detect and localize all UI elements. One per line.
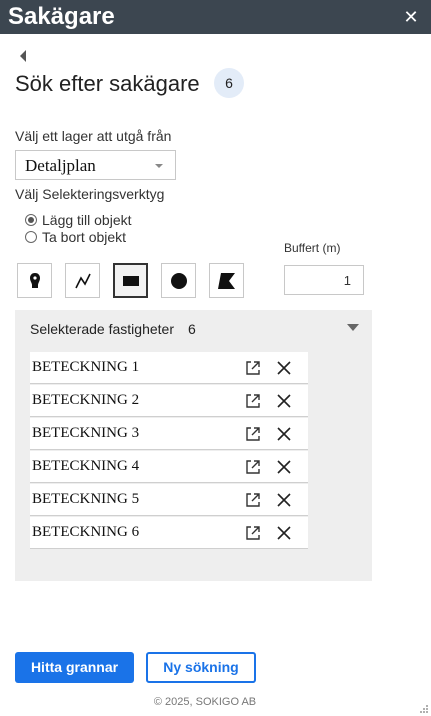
close-icon[interactable] <box>277 394 291 408</box>
panel-count: 6 <box>188 321 196 337</box>
close-icon[interactable] <box>277 427 291 441</box>
tool-polygon-button[interactable] <box>209 263 244 298</box>
property-name: BETECKNING 4 <box>32 458 140 474</box>
list-item: BETECKNING 3 <box>30 418 308 450</box>
collapse-caret-icon[interactable] <box>347 324 359 331</box>
layer-select[interactable]: Detaljplan <box>15 150 176 180</box>
resize-grip-icon[interactable] <box>419 704 429 714</box>
point-marker-icon <box>29 272 40 288</box>
panel-title: Selekterade fastigheter <box>30 321 174 337</box>
external-link-icon[interactable] <box>245 525 261 541</box>
property-name: BETECKNING 1 <box>32 359 140 375</box>
footer-copyright: © 2025, SOKIGO AB <box>153 696 257 708</box>
external-link-icon[interactable] <box>245 393 261 409</box>
external-link-icon[interactable] <box>245 360 261 376</box>
close-icon[interactable]: ✕ <box>401 7 421 27</box>
title-bar: Sakägare ✕ <box>0 0 431 34</box>
page-title: Sök efter sakägare <box>15 71 200 96</box>
layer-label: Välj ett lager att utgå från <box>15 128 172 144</box>
app-title: Sakägare <box>8 3 115 30</box>
close-icon[interactable] <box>277 526 291 540</box>
circle-icon <box>170 272 187 289</box>
find-neighbors-button[interactable]: Hitta grannar <box>15 652 134 683</box>
close-icon[interactable] <box>277 493 291 507</box>
radio-button-unchecked[interactable] <box>25 231 37 243</box>
property-name: BETECKNING 2 <box>32 392 140 408</box>
tool-polyline-button[interactable] <box>65 263 100 298</box>
list-item: BETECKNING 6 <box>30 517 308 549</box>
radio-button-checked[interactable] <box>25 214 37 226</box>
property-name: BETECKNING 5 <box>32 491 140 507</box>
polyline-icon <box>74 273 91 288</box>
close-icon[interactable] <box>277 460 291 474</box>
back-arrow-icon[interactable] <box>17 48 29 64</box>
tool-rectangle-button[interactable] <box>113 263 148 298</box>
selection-tool-label: Välj Selekteringsverktyg <box>15 186 165 202</box>
external-link-icon[interactable] <box>245 492 261 508</box>
list-item: BETECKNING 4 <box>30 451 308 483</box>
property-name: BETECKNING 6 <box>32 524 140 540</box>
list-item: BETECKNING 5 <box>30 484 308 516</box>
polygon-icon <box>217 272 235 289</box>
selected-properties-panel: Selekterade fastigheter 6 BETECKNING 1 B… <box>15 310 372 581</box>
rectangle-icon <box>122 275 139 286</box>
list-item: BETECKNING 2 <box>30 385 308 417</box>
radio-add-objects-label: Lägg till objekt <box>42 212 132 228</box>
tool-point-button[interactable] <box>17 263 52 298</box>
list-item: BETECKNING 1 <box>30 352 308 384</box>
layer-select-value: Detaljplan <box>25 156 96 175</box>
close-icon[interactable] <box>277 361 291 375</box>
count-badge: 6 <box>214 68 244 98</box>
tool-circle-button[interactable] <box>161 263 196 298</box>
external-link-icon[interactable] <box>245 426 261 442</box>
property-name: BETECKNING 3 <box>32 425 140 441</box>
buffer-label: Buffert (m) <box>284 241 341 255</box>
radio-remove-objects-label: Ta bort objekt <box>42 229 127 245</box>
external-link-icon[interactable] <box>245 459 261 475</box>
chevron-down-icon <box>155 164 163 168</box>
buffer-input[interactable] <box>284 265 364 295</box>
new-search-button[interactable]: Ny sökning <box>146 652 256 683</box>
